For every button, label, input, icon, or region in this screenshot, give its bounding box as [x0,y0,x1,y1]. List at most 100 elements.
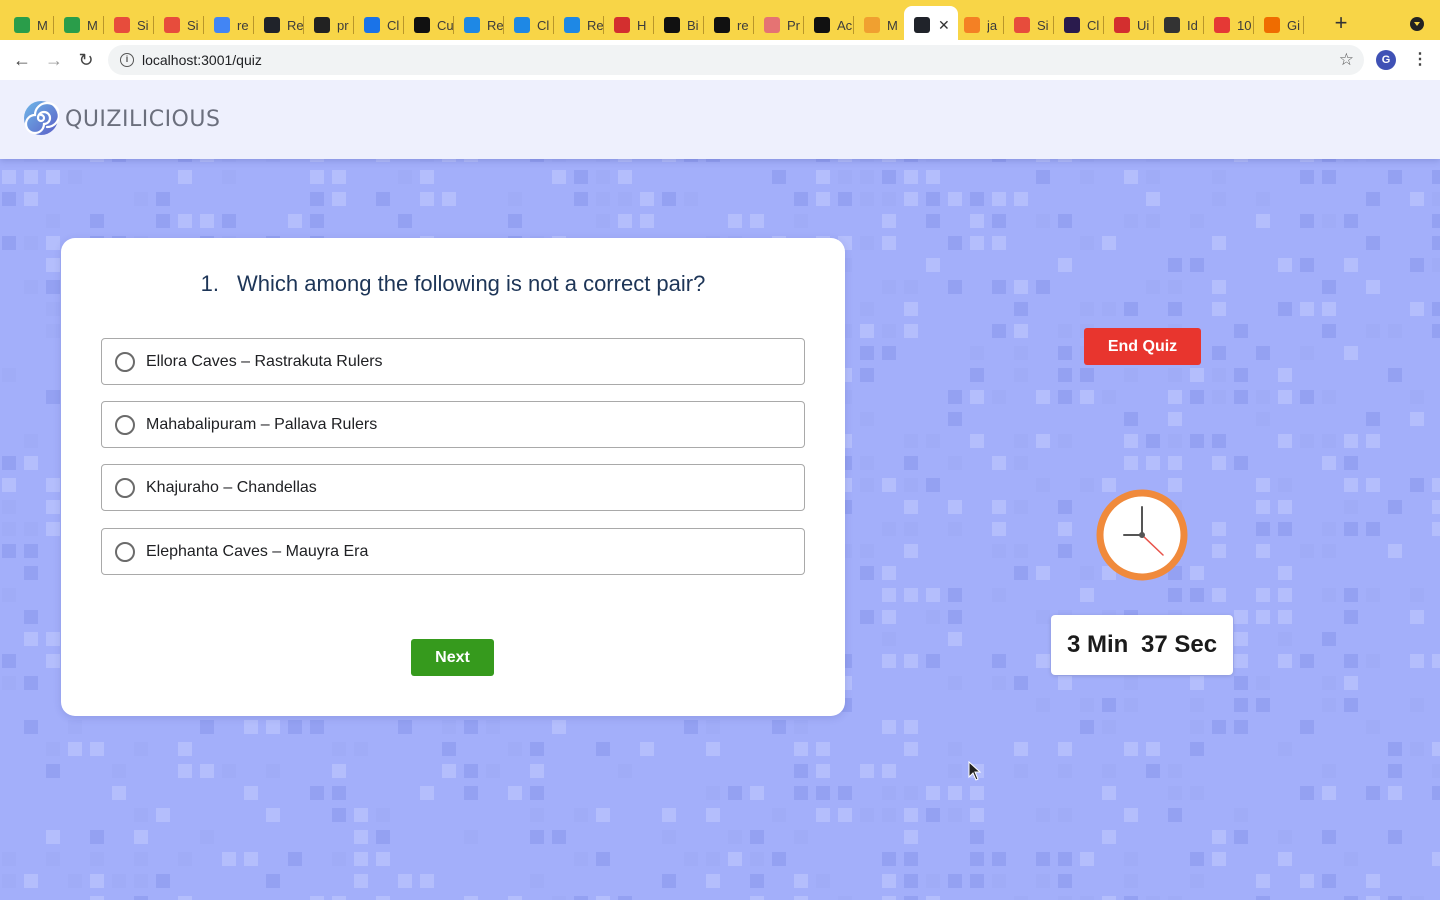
browser-tab-label: ja [987,17,998,33]
close-tab-icon[interactable]: ✕ [938,17,950,34]
gmail-icon [14,17,30,33]
browser-tab[interactable]: Pr [754,10,804,40]
browser-tab-label: Re [487,17,504,33]
mui-icon [564,17,580,33]
answer-option-label: Khajuraho – Chandellas [146,479,317,496]
react-icon [914,17,930,33]
browser-tab[interactable]: H [604,10,654,40]
browser-tab-label: pr [337,17,349,33]
idea-icon [1164,17,1180,33]
microsoft-icon [114,17,130,33]
browser-tab[interactable]: Re [254,10,304,40]
bookmark-star-icon[interactable]: ☆ [1339,50,1354,70]
back-icon[interactable]: ← [10,48,34,72]
answer-option-2[interactable]: Mahabalipuram – Pallava Rulers [101,401,805,448]
next-button[interactable]: Next [411,639,494,676]
browser-tab[interactable]: Si [104,10,154,40]
browser-tab-label: 10 [1237,17,1252,33]
answer-option-label: Ellora Caves – Rastrakuta Rulers [146,353,383,370]
browser-tab[interactable]: Gi [1254,10,1304,40]
browser-tab[interactable]: pr [304,10,354,40]
browser-tab[interactable]: Re [554,10,604,40]
question-heading: 1. Which among the following is not a cor… [61,271,845,297]
microsoft-icon [1014,17,1030,33]
browser-tab-label: Pr [787,17,800,33]
browser-tab-label: Si [187,17,199,33]
profile-avatar[interactable]: G [1376,50,1396,70]
browser-tab[interactable]: Cl [354,10,404,40]
address-bar[interactable]: i localhost:3001/quiz ☆ [108,45,1364,75]
question-text: Which among the following is not a corre… [237,271,706,296]
browser-tab-label: Ac [837,17,853,33]
browser-tab[interactable]: Si [154,10,204,40]
mui-icon [464,17,480,33]
forward-icon[interactable]: → [42,48,66,72]
share-icon [364,17,380,33]
radio-button[interactable] [115,352,135,372]
browser-tab-label: Re [287,17,304,33]
browser-menu-icon[interactable]: ⋮ [1412,50,1428,70]
browser-toolbar: ← → ↻ i localhost:3001/quiz ☆ G ⋮ [0,40,1440,80]
browser-tab-label: Cl [387,17,400,33]
reload-icon[interactable]: ↻ [74,48,98,72]
browser-tab[interactable]: Bi [654,10,704,40]
browser-tab[interactable]: M [854,10,904,40]
stackoverflow-icon [964,17,980,33]
browser-tab[interactable]: M [4,10,54,40]
browser-tab-label: Ui [1137,17,1150,33]
answer-option-3[interactable]: Khajuraho – Chandellas [101,464,805,511]
pr-icon [764,17,780,33]
circle-icon [1064,17,1080,33]
browser-tab[interactable]: ja [954,10,1004,40]
browser-tab[interactable]: 10 [1204,10,1254,40]
countdown-timer: 3 Min 37 Sec [1051,615,1233,675]
browser-tab-label: M [87,17,98,33]
mui-icon [514,17,530,33]
brand-name[interactable]: QUIZILICIOUS [65,107,220,132]
answer-option-label: Mahabalipuram – Pallava Rulers [146,416,378,433]
browser-tab-label: Bi [687,17,699,33]
tab-separator [1303,16,1304,34]
answer-option-label: Elephanta Caves – Mauyra Era [146,543,369,560]
browser-tab-label: Cl [537,17,550,33]
tab-search-icon[interactable] [1410,17,1424,31]
timer-seconds: 37 Sec [1140,631,1218,658]
answer-option-1[interactable]: Ellora Caves – Rastrakuta Rulers [101,338,805,385]
new-tab-button[interactable]: + [1330,12,1352,36]
browser-tab[interactable]: M [54,10,104,40]
site-info-icon[interactable]: i [120,53,134,67]
arc-icon [1214,17,1230,33]
browser-tab-label: M [887,17,898,33]
browser-tab-label: Cl [1087,17,1100,33]
browser-tab[interactable]: Cu [404,10,454,40]
gmail-icon [64,17,80,33]
arc-icon [1264,17,1280,33]
spiral-logo-icon[interactable] [23,100,59,136]
browser-tab[interactable]: Si [1004,10,1054,40]
radio-button[interactable] [115,542,135,562]
browser-tab[interactable]: Ac [804,10,854,40]
codesandbox-icon [714,17,730,33]
browser-tab-label: H [637,17,647,33]
radio-button[interactable] [115,478,135,498]
react-icon [264,17,280,33]
browser-tab[interactable]: Id [1154,10,1204,40]
answer-option-4[interactable]: Elephanta Caves – Mauyra Era [101,528,805,575]
browser-tab-label: re [737,17,749,33]
page-viewport: QUIZILICIOUS 1. Which among the following… [0,80,1440,900]
radio-button[interactable] [115,415,135,435]
clock-icon [1096,489,1188,581]
end-quiz-button[interactable]: End Quiz [1084,328,1201,365]
browser-tab[interactable]: Ui [1104,10,1154,40]
record-icon [614,17,630,33]
microsoft-icon [164,17,180,33]
circle-icon [414,17,430,33]
browser-tab[interactable]: re [704,10,754,40]
timer-minutes: 3 Min [1066,631,1129,658]
browser-tab[interactable]: Cl [504,10,554,40]
app-header: QUIZILICIOUS [0,80,1440,159]
browser-tab[interactable]: Re [454,10,504,40]
browser-tab[interactable]: re [204,10,254,40]
url-text[interactable]: localhost:3001/quiz [142,52,262,68]
browser-tab[interactable]: Cl [1054,10,1104,40]
